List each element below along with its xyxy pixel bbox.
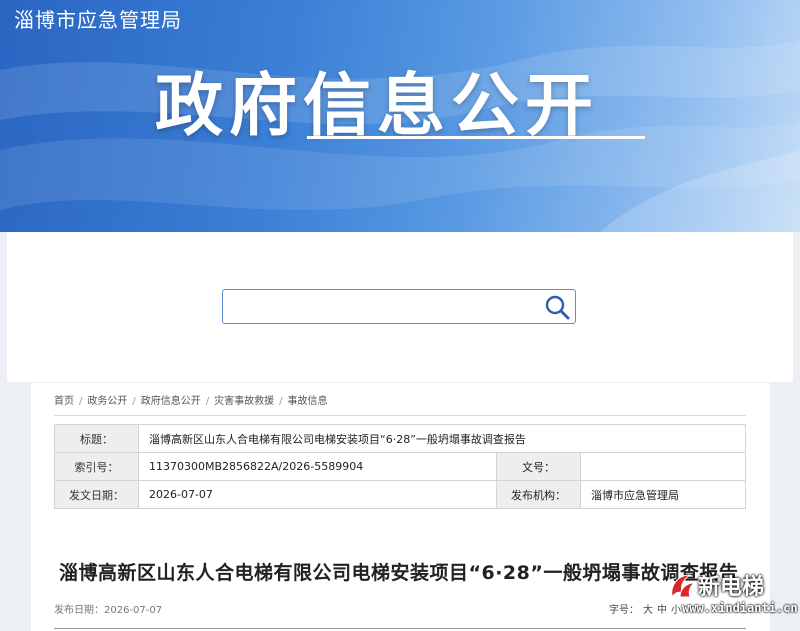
meta-doc-no-value bbox=[580, 452, 746, 481]
meta-index-label: 索引号： bbox=[54, 452, 139, 481]
banner-underline bbox=[307, 136, 645, 139]
meta-date-label: 发文日期： bbox=[54, 480, 139, 509]
meta-title-label: 标题： bbox=[54, 424, 139, 453]
meta-title-value: 淄博高新区山东人合电梯有限公司电梯安装项目“6·28”一般坍塌事故调查报告 bbox=[138, 424, 746, 453]
content-panel: 首页 / 政务公开 / 政府信息公开 / 灾害事故救援 / 事故信息 标题： 淄博高新区山东人合… bbox=[31, 383, 770, 631]
meta-row-date: 发文日期： 2026-07-07 发布机构： 淄博市应急管理局 bbox=[54, 480, 746, 509]
publish-date: 发布日期：2026-07-07 bbox=[54, 605, 163, 616]
search-area bbox=[7, 232, 793, 382]
breadcrumb-separator: / bbox=[279, 396, 283, 407]
breadcrumb-info-disclosure[interactable]: 政府信息公开 bbox=[141, 396, 201, 407]
meta-row-index: 索引号： 11370300MB2856822A/2026-5589904 文号： bbox=[54, 452, 746, 481]
meta-doc-no-label: 文号： bbox=[496, 452, 581, 481]
watermark: 新电梯 www.xindianti.cn bbox=[664, 567, 800, 631]
breadcrumb-accident-info[interactable]: 事故信息 bbox=[288, 396, 328, 407]
breadcrumb-separator: / bbox=[79, 396, 83, 407]
document-meta-table: 标题： 淄博高新区山东人合电梯有限公司电梯安装项目“6·28”一般坍塌事故调查报… bbox=[54, 424, 746, 509]
site-name[interactable]: 淄博市应急管理局 bbox=[14, 4, 182, 33]
breadcrumb: 首页 / 政务公开 / 政府信息公开 / 灾害事故救援 / 事故信息 bbox=[54, 392, 328, 407]
watermark-brand: 新电梯 bbox=[698, 575, 765, 600]
meta-org-label: 发布机构： bbox=[496, 480, 581, 509]
search-icon bbox=[545, 295, 570, 320]
breadcrumb-gov-affairs[interactable]: 政务公开 bbox=[87, 396, 127, 407]
breadcrumb-separator: / bbox=[132, 396, 136, 407]
breadcrumb-separator: / bbox=[205, 396, 210, 407]
banner-title: 政府信息公开 bbox=[155, 67, 600, 146]
meta-date-value: 2026-07-07 bbox=[138, 480, 497, 509]
breadcrumb-divider bbox=[54, 415, 746, 416]
article-title: 淄博高新区山东人合电梯有限公司电梯安装项目“6·28”一般坍塌事故调查报告 bbox=[59, 562, 739, 584]
meta-org-value: 淄博市应急管理局 bbox=[580, 480, 746, 509]
elevator-logo-icon bbox=[671, 574, 696, 599]
title-divider bbox=[54, 628, 746, 629]
breadcrumb-home[interactable]: 首页 bbox=[54, 396, 74, 407]
search-button[interactable] bbox=[543, 293, 571, 321]
font-size-large-button[interactable]: 大 bbox=[643, 605, 653, 616]
font-size-label: 字号： bbox=[609, 605, 639, 616]
breadcrumb-disaster-rescue[interactable]: 灾害事故救援 bbox=[214, 396, 274, 407]
header-banner: 淄博市应急管理局 政府信息公开 bbox=[0, 0, 800, 232]
meta-index-value: 11370300MB2856822A/2026-5589904 bbox=[138, 452, 497, 481]
search-box bbox=[222, 289, 576, 324]
meta-row-title: 标题： 淄博高新区山东人合电梯有限公司电梯安装项目“6·28”一般坍塌事故调查报… bbox=[54, 424, 746, 453]
watermark-url: www.xindianti.cn bbox=[682, 601, 798, 615]
search-input[interactable] bbox=[229, 294, 543, 320]
